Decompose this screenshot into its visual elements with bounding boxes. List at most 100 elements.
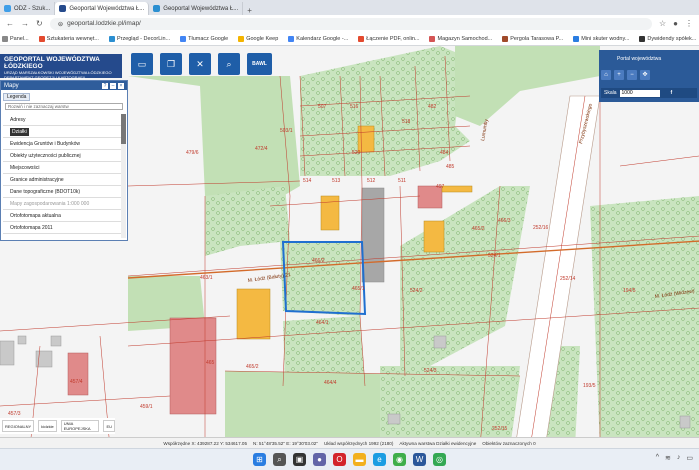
parcel-number-label[interactable]: 516 bbox=[350, 104, 359, 110]
parcel-number-label[interactable]: 479/6 bbox=[186, 150, 199, 156]
layer-item[interactable]: Mapy zagospodarowania 1:000 000 bbox=[3, 198, 121, 210]
home-icon[interactable]: ⌂ bbox=[601, 70, 611, 80]
bookmark-item[interactable]: Pergola Tarasowa P... bbox=[502, 35, 563, 42]
url-input[interactable]: ⊜ geoportal.lodzkie.pl/imap/ bbox=[49, 17, 652, 30]
layer-list-scrollbar[interactable] bbox=[121, 114, 126, 238]
parcel-number-label[interactable]: 464/1 bbox=[316, 320, 329, 326]
pan-icon[interactable]: ✥ bbox=[640, 70, 650, 80]
bookmark-item[interactable]: Panel... bbox=[2, 35, 29, 42]
layer-item[interactable]: Obiekty użyteczności publicznej bbox=[3, 150, 121, 162]
file-explorer-icon[interactable]: ▬ bbox=[353, 453, 366, 466]
bawl-button[interactable]: BAWL bbox=[247, 53, 272, 75]
parcel-number-label[interactable]: 463/1 bbox=[200, 275, 213, 281]
bookmark-item[interactable]: Łączenie PDF, onlin... bbox=[358, 35, 419, 42]
parcel-number-label[interactable]: 513 bbox=[332, 178, 341, 184]
back-icon[interactable]: ← bbox=[6, 19, 14, 28]
parcel-number-label[interactable]: 524/2 bbox=[410, 288, 423, 294]
parcel-number-label[interactable]: 511 bbox=[398, 178, 406, 184]
search-icon[interactable]: ⌕ bbox=[273, 453, 286, 466]
parcel-number-label[interactable]: 252/15 bbox=[492, 426, 508, 432]
parcel-number-label[interactable]: 524/1 bbox=[488, 253, 501, 259]
bookmark-item[interactable]: Sztukateria wewnęt... bbox=[38, 35, 99, 42]
parcel-number-label[interactable]: 465/1 bbox=[352, 286, 365, 292]
new-tab-button[interactable]: + bbox=[243, 6, 256, 15]
bookmark-item[interactable]: Kalendarz Google -... bbox=[288, 35, 348, 42]
parcel-number-label[interactable]: 465/2 bbox=[472, 226, 485, 232]
wifi-icon[interactable]: ≋ bbox=[665, 454, 671, 462]
parcel-number-label[interactable]: 524/3 bbox=[424, 368, 437, 374]
parcel-number-label[interactable]: 252/16 bbox=[533, 225, 549, 231]
parcel-number-label[interactable]: 465/2 bbox=[246, 364, 259, 370]
tab-legend[interactable]: Legenda bbox=[3, 93, 31, 101]
layer-filter-input[interactable]: Rozwiń i nie zaznaczaj warstw bbox=[5, 103, 123, 110]
parcel-number-label[interactable]: 457/3 bbox=[8, 411, 21, 417]
parcel-number-label[interactable]: 482 bbox=[428, 104, 437, 110]
bookmark-item[interactable]: Przegląd - DecorLin... bbox=[108, 35, 170, 42]
parcel-number-label[interactable]: 457/4 bbox=[70, 379, 83, 385]
layer-item[interactable]: Miejscowości bbox=[3, 162, 121, 174]
bookmark-item[interactable]: Tłumacz Google bbox=[180, 35, 228, 42]
parcel-number-label[interactable]: 503/1 bbox=[280, 128, 293, 134]
chat-icon[interactable]: ● bbox=[313, 453, 326, 466]
bookmark-item[interactable]: Google Keep bbox=[238, 35, 278, 42]
close-icon[interactable]: × bbox=[118, 82, 124, 89]
browser-tab-2[interactable]: Geoportal Województwa Ł... bbox=[55, 2, 150, 15]
parcel-number-label[interactable]: 465 bbox=[206, 360, 215, 366]
help-icon[interactable]: ? bbox=[102, 82, 108, 89]
chrome-icon[interactable]: ◎ bbox=[433, 453, 446, 466]
app-icon[interactable]: ◉ bbox=[393, 453, 406, 466]
facebook-icon[interactable]: f bbox=[671, 90, 673, 96]
tools-button[interactable]: ✕ bbox=[189, 53, 211, 75]
menu-icon[interactable]: ⋮ bbox=[685, 19, 693, 28]
browser-tab-1[interactable]: ODZ - Szuk... bbox=[0, 2, 56, 15]
parcel-number-label[interactable]: 520 bbox=[352, 150, 361, 156]
bookmark-star-icon[interactable]: ☆ bbox=[659, 19, 666, 28]
scrollbar-thumb[interactable] bbox=[121, 114, 126, 144]
layer-item[interactable]: Granice administracyjne bbox=[3, 174, 121, 186]
speaker-icon[interactable]: ♪ bbox=[677, 454, 681, 462]
parcel-number-label[interactable]: 466/2 bbox=[312, 258, 325, 264]
open-folder-button[interactable]: ▭ bbox=[131, 53, 153, 75]
parcel-number-label[interactable]: 193/5 bbox=[583, 383, 596, 389]
layer-item[interactable]: Adresy bbox=[3, 114, 121, 126]
word-icon[interactable]: W bbox=[413, 453, 426, 466]
parcel-number-label[interactable]: 497 bbox=[436, 184, 445, 190]
print-button[interactable]: ❐ bbox=[160, 53, 182, 75]
chevron-up-icon[interactable]: ^ bbox=[656, 454, 659, 462]
parcel-number-label[interactable]: 459/1 bbox=[140, 404, 153, 410]
layer-item[interactable]: Dane topograficzne (BDOT10k) bbox=[3, 186, 121, 198]
parcel-number-label[interactable]: 507 bbox=[318, 104, 327, 110]
parcel-number-label[interactable]: 484 bbox=[440, 150, 449, 156]
bookmark-item[interactable]: Dywidendy spółek... bbox=[639, 35, 696, 42]
parcel-number-label[interactable]: 252/14 bbox=[560, 276, 576, 282]
forward-icon[interactable]: → bbox=[21, 19, 29, 28]
layer-item[interactable]: Ortofotomapa 2011 bbox=[3, 222, 121, 234]
opera-icon[interactable]: O bbox=[333, 453, 346, 466]
parcel-number-label[interactable]: 512 bbox=[367, 178, 376, 184]
start-icon[interactable]: ⊞ bbox=[253, 453, 266, 466]
layer-item[interactable]: Ortofotomapa aktualna bbox=[3, 210, 121, 222]
profile-icon[interactable]: ● bbox=[673, 19, 678, 28]
zoom-in-icon[interactable]: + bbox=[614, 70, 624, 80]
parcel-number-label[interactable]: 485 bbox=[446, 164, 455, 170]
parcel-number-label[interactable]: 466/3 bbox=[498, 218, 511, 224]
browser-tab-3[interactable]: Geoportal Województwa Ł... bbox=[149, 2, 244, 15]
layer-item[interactable]: Ewidencja Gruntów i Budynków bbox=[3, 138, 121, 150]
bookmark-item[interactable]: Magazyn Samochod... bbox=[429, 35, 492, 42]
search-button[interactable]: ⌕ bbox=[218, 53, 240, 75]
parcel-number-label[interactable]: 514 bbox=[303, 178, 312, 184]
parcel-number-label[interactable]: 194/5 bbox=[623, 288, 636, 294]
parcel-number-label[interactable]: 518 bbox=[402, 119, 411, 125]
scale-input[interactable]: 1000 bbox=[619, 89, 660, 97]
zoom-out-icon[interactable]: − bbox=[627, 70, 637, 80]
minimize-icon[interactable]: – bbox=[110, 82, 116, 89]
parcel-number-label[interactable]: 464/4 bbox=[324, 380, 337, 386]
bookmark-item[interactable]: Mini skuter wodny... bbox=[573, 35, 629, 42]
layer-item[interactable]: Działki bbox=[3, 126, 121, 138]
edge-icon[interactable]: e bbox=[373, 453, 386, 466]
task-view-icon[interactable]: ▣ bbox=[293, 453, 306, 466]
site-info-icon[interactable]: ⊜ bbox=[58, 20, 63, 28]
battery-icon[interactable]: ▭ bbox=[686, 454, 693, 462]
parcel-number-label[interactable]: 472/4 bbox=[255, 146, 268, 152]
reload-icon[interactable]: ↻ bbox=[36, 19, 43, 28]
